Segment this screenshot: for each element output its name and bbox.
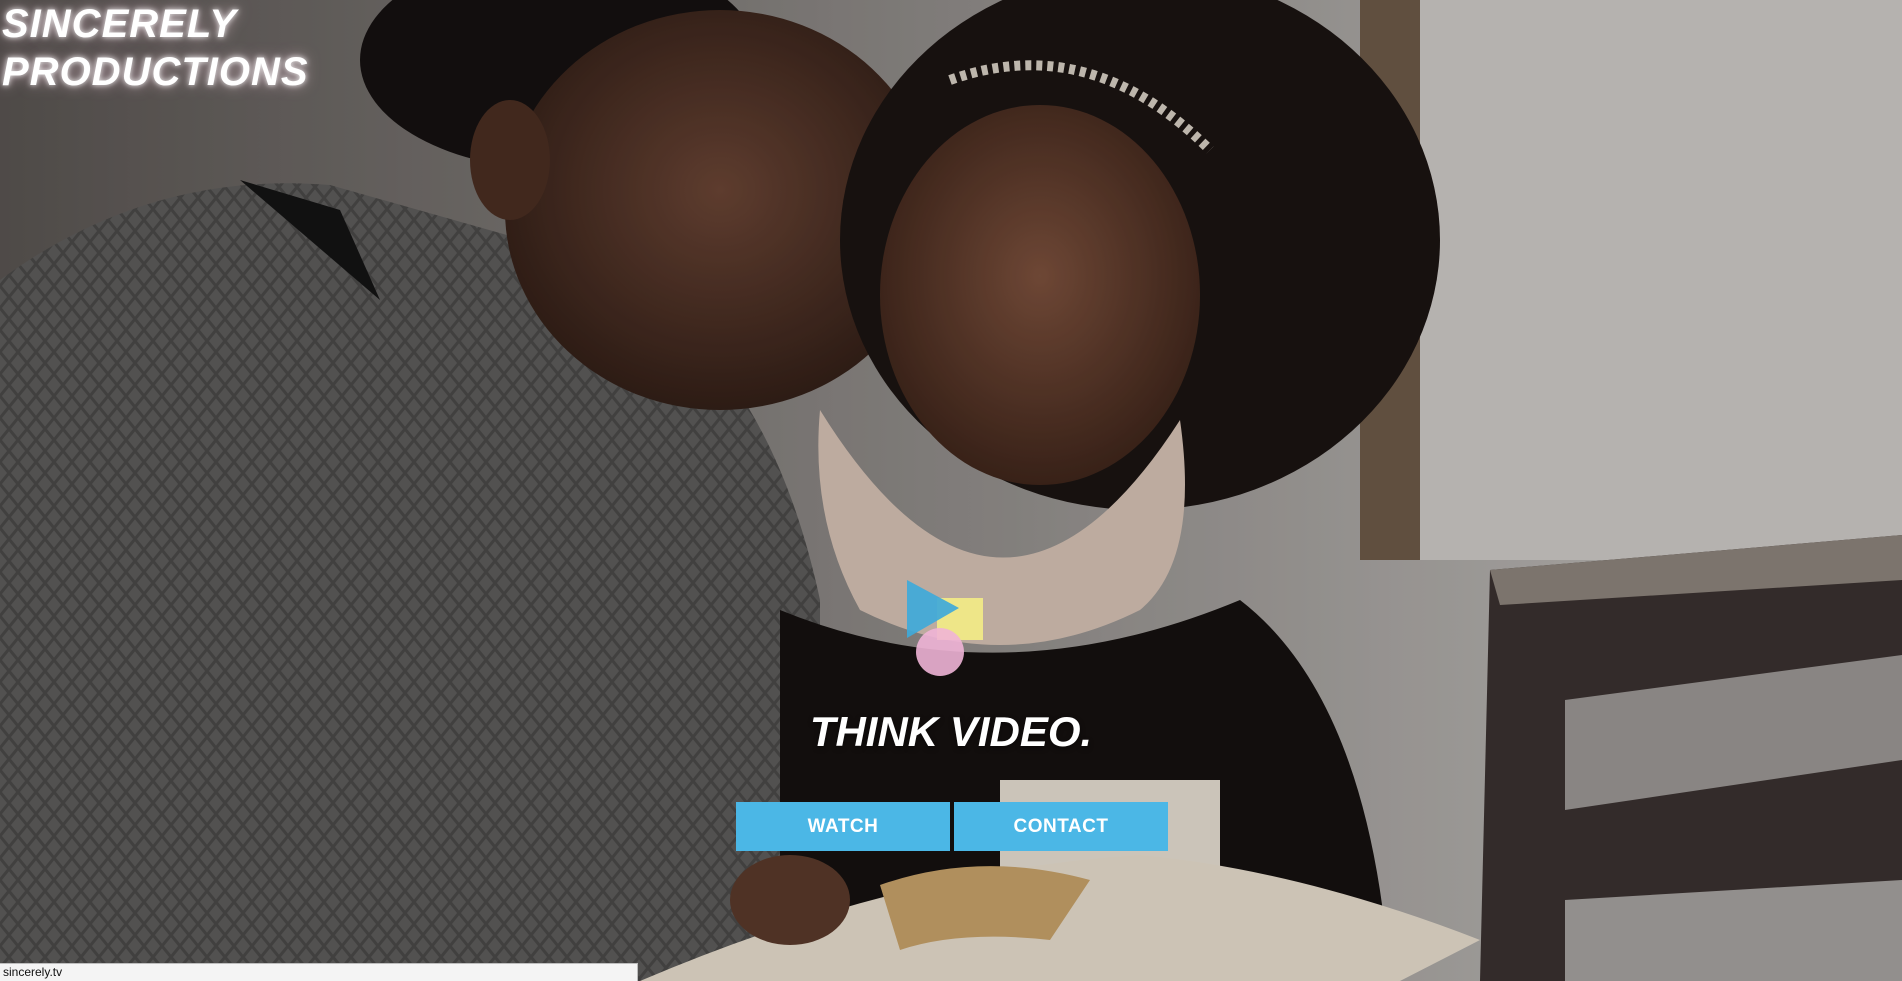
browser-status-bar-url: sincerely.tv (0, 963, 638, 981)
hero-section: SINCERELY PRODUCTIONS THINK VIDEO. WATCH… (0, 0, 1902, 981)
brand-logo-text[interactable]: SINCERELY PRODUCTIONS (2, 0, 309, 96)
contact-button[interactable]: CONTACT (954, 802, 1168, 851)
brand-line-2: PRODUCTIONS (2, 50, 309, 94)
hero-background-photo (0, 0, 1902, 981)
hero-tagline: THINK VIDEO. (809, 708, 1093, 755)
play-square-circle-logo-icon (907, 580, 983, 676)
watch-button[interactable]: WATCH (736, 802, 950, 851)
brand-line-1: SINCERELY (2, 2, 237, 46)
